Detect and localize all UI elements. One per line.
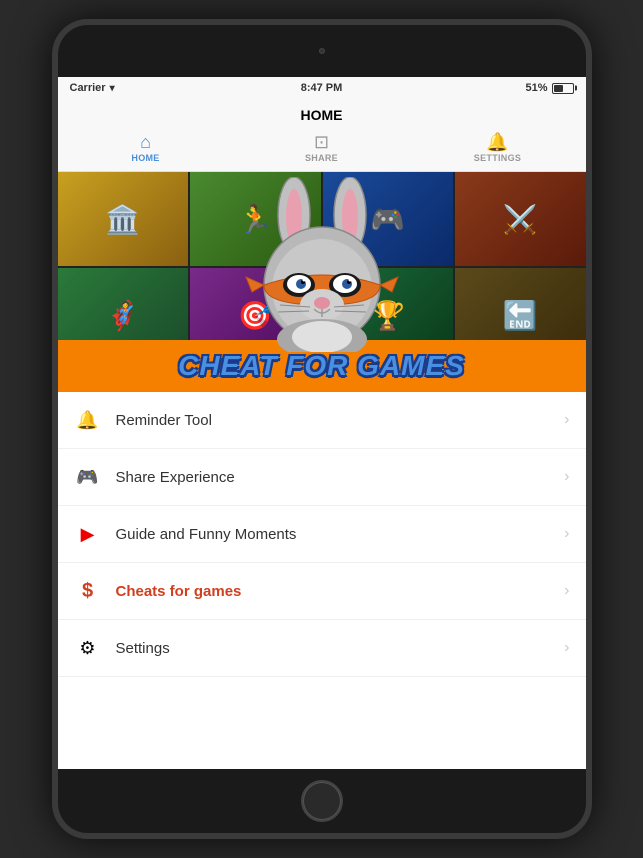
tab-home[interactable]: ⌂ HOME [58, 127, 234, 171]
menu-item-share-label: Share Experience [116, 469, 565, 486]
tab-home-label: HOME [131, 153, 159, 163]
nav-bar: HOME ⌂ HOME ⊡ SHARE 🔔 SETTINGS [58, 99, 586, 172]
home-icon: ⌂ [140, 133, 151, 151]
status-bar: Carrier ▾ 8:47 PM 51% [58, 77, 586, 99]
screen: Carrier ▾ 8:47 PM 51% HOME ⌂ HOME ⊡ [58, 77, 586, 769]
carrier-label: Carrier [70, 82, 106, 94]
hero-area: 🏛️ 🏃 🎮 ⚔️ 🦸 🎯 🏆 🔚 [58, 172, 586, 392]
camera [319, 48, 325, 54]
dollar-icon: $ [74, 577, 102, 605]
status-right: 51% [525, 82, 573, 94]
youtube-icon: ▶ [74, 520, 102, 548]
game-cell-1: 🏛️ [58, 172, 189, 266]
wifi-icon: ▾ [110, 83, 115, 94]
share-icon: ⊡ [314, 133, 329, 151]
mascot-container [242, 177, 402, 352]
tab-bar: ⌂ HOME ⊡ SHARE 🔔 SETTINGS [58, 127, 586, 171]
home-button[interactable] [301, 780, 343, 822]
menu-item-guide-label: Guide and Funny Moments [116, 526, 565, 543]
tab-settings[interactable]: 🔔 SETTINGS [410, 127, 586, 171]
bottom-bezel [58, 769, 586, 833]
menu-item-cheats[interactable]: $ Cheats for games › [58, 563, 586, 620]
nav-title: HOME [58, 99, 586, 127]
chevron-icon-2: › [564, 525, 569, 543]
chevron-icon-4: › [564, 639, 569, 657]
menu-item-cheats-label: Cheats for games [116, 583, 565, 600]
gamepad-icon: 🎮 [74, 463, 102, 491]
tab-settings-label: SETTINGS [474, 153, 521, 163]
menu-list: 🔔 Reminder Tool › 🎮 Share Experience › ▶… [58, 392, 586, 769]
device: Carrier ▾ 8:47 PM 51% HOME ⌂ HOME ⊡ [52, 19, 592, 839]
reminder-icon: 🔔 [74, 406, 102, 434]
title-banner-text: CHEAT FOR GAMES [178, 350, 465, 382]
chevron-icon-1: › [564, 468, 569, 486]
top-bezel [58, 25, 586, 77]
chevron-icon-0: › [564, 411, 569, 429]
bell-icon: 🔔 [486, 133, 508, 151]
settings-icon: ⚙ [74, 634, 102, 662]
tab-share[interactable]: ⊡ SHARE [234, 127, 410, 171]
menu-item-settings-label: Settings [116, 640, 565, 657]
menu-item-reminder-label: Reminder Tool [116, 412, 565, 429]
menu-item-guide[interactable]: ▶ Guide and Funny Moments › [58, 506, 586, 563]
tab-share-label: SHARE [305, 153, 338, 163]
game-cell-4: ⚔️ [455, 172, 586, 266]
battery-bar [552, 83, 574, 94]
menu-item-share[interactable]: 🎮 Share Experience › [58, 449, 586, 506]
menu-item-reminder[interactable]: 🔔 Reminder Tool › [58, 392, 586, 449]
battery-percent: 51% [525, 82, 547, 94]
mascot-rabbit [242, 177, 402, 352]
menu-item-settings[interactable]: ⚙ Settings › [58, 620, 586, 677]
status-time: 8:47 PM [301, 82, 343, 94]
chevron-icon-3: › [564, 582, 569, 600]
status-left: Carrier ▾ [70, 82, 115, 94]
battery-fill [554, 85, 563, 92]
